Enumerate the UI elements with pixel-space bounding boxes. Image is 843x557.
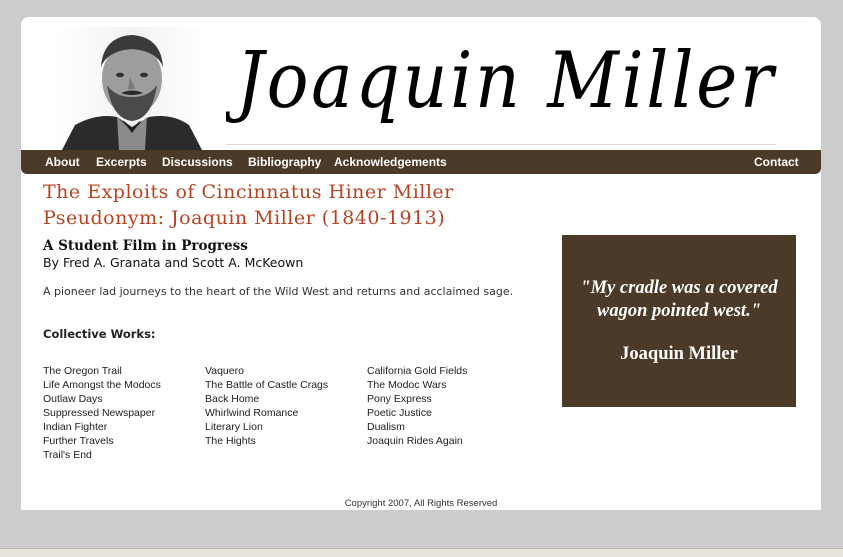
quote-author: Joaquin Miller <box>620 344 738 364</box>
work-link-life-amongst-the-modocs[interactable]: Life Amongst the Modocs <box>43 378 161 392</box>
nav-excerpts[interactable]: Excerpts <box>96 155 147 169</box>
page-title-line1: The Exploits of Cincinnatus Hiner Miller <box>43 181 454 203</box>
copyright-notice: Copyright 2007, All Rights Reserved <box>344 498 498 509</box>
svg-text:Joaquin Miller: Joaquin Miller <box>226 37 778 126</box>
portrait-image <box>57 27 207 150</box>
nav-contact[interactable]: Contact <box>754 155 799 169</box>
joaquin-miller-signature-logo: Joaquin Miller <box>226 37 778 126</box>
work-link-suppressed-newspaper[interactable]: Suppressed Newspaper <box>43 406 161 420</box>
work-link-back-home[interactable]: Back Home <box>205 392 328 406</box>
work-link-the-battle-of-castle-crags[interactable]: The Battle of Castle Crags <box>205 378 328 392</box>
work-link-whirlwind-romance[interactable]: Whirlwind Romance <box>205 406 328 420</box>
work-link-indian-fighter[interactable]: Indian Fighter <box>43 420 161 434</box>
browser-status-bar <box>0 548 843 557</box>
nav-about[interactable]: About <box>45 155 80 169</box>
quote-text: "My cradle was a covered wagon pointed w… <box>562 277 796 323</box>
work-link-california-gold-fields[interactable]: California Gold Fields <box>367 364 467 378</box>
page-container: Joaquin Miller About Excerpts Discussion… <box>21 17 821 510</box>
work-link-pony-express[interactable]: Pony Express <box>367 392 467 406</box>
work-link-the-hights[interactable]: The Hights <box>205 434 328 448</box>
work-link-outlaw-days[interactable]: Outlaw Days <box>43 392 161 406</box>
film-subtitle: A Student Film in Progress <box>43 238 248 254</box>
work-link-trails-end[interactable]: Trail's End <box>43 448 161 462</box>
work-link-joaquin-rides-again[interactable]: Joaquin Rides Again <box>367 434 467 448</box>
work-link-vaquero[interactable]: Vaquero <box>205 364 328 378</box>
work-link-the-oregon-trail[interactable]: The Oregon Trail <box>43 364 161 378</box>
nav-acknowledgements[interactable]: Acknowledgements <box>334 155 447 169</box>
authors-byline: By Fred A. Granata and Scott A. McKeown <box>43 255 304 270</box>
nav-bibliography[interactable]: Bibliography <box>248 155 321 169</box>
work-link-the-modoc-wars[interactable]: The Modoc Wars <box>367 378 467 392</box>
nav-discussions[interactable]: Discussions <box>162 155 233 169</box>
quote-box: "My cradle was a covered wagon pointed w… <box>562 235 796 407</box>
page-title-line2: Pseudonym: Joaquin Miller (1840-1913) <box>43 207 446 229</box>
work-link-poetic-justice[interactable]: Poetic Justice <box>367 406 467 420</box>
navigation-bar: About Excerpts Discussions Bibliography … <box>21 150 821 174</box>
work-link-literary-lion[interactable]: Literary Lion <box>205 420 328 434</box>
work-link-further-travels[interactable]: Further Travels <box>43 434 161 448</box>
quote-line-2: wagon pointed west." <box>597 301 761 321</box>
collective-works-heading: Collective Works: <box>43 327 156 341</box>
quote-line-1: "My cradle was a covered <box>580 278 778 298</box>
works-column-1: The Oregon Trail Life Amongst the Modocs… <box>43 364 161 462</box>
work-link-dualism[interactable]: Dualism <box>367 420 467 434</box>
film-tagline: A pioneer lad journeys to the heart of t… <box>43 285 514 298</box>
works-column-2: Vaquero The Battle of Castle Crags Back … <box>205 364 328 448</box>
banner-divider <box>226 144 776 145</box>
works-column-3: California Gold Fields The Modoc Wars Po… <box>367 364 467 448</box>
header-banner: Joaquin Miller <box>21 17 821 150</box>
